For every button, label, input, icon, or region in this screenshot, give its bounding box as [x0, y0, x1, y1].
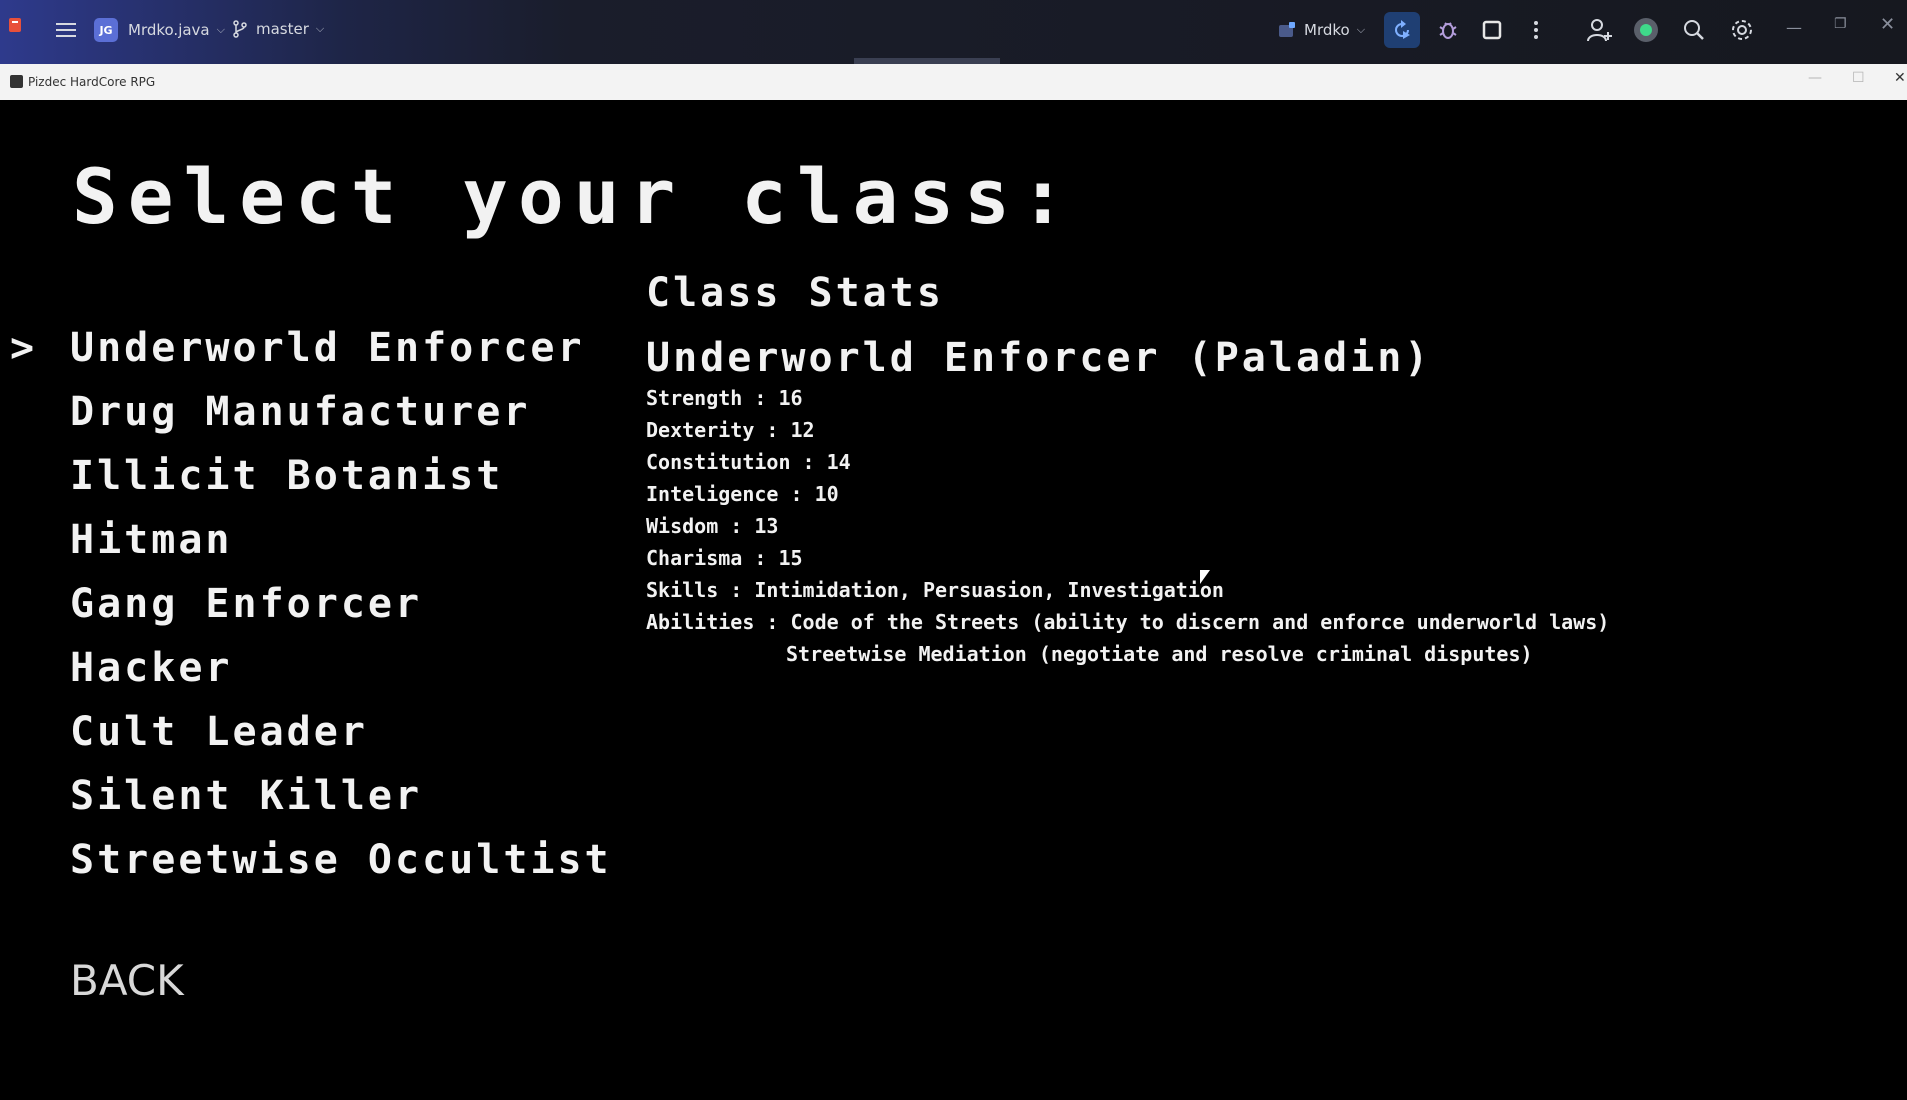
- class-option[interactable]: Drug Manufacturer: [6, 380, 612, 444]
- add-user-icon[interactable]: [1582, 12, 1618, 48]
- screen-heading: Select your class:: [72, 152, 1076, 241]
- ide-toolbar: JG Mrdko.java ⌵ master ⌵ Mrdko ⌵ — ❐ ✕: [0, 0, 1907, 64]
- branch-switcher[interactable]: master ⌵: [232, 20, 324, 38]
- class-option[interactable]: Silent Killer: [6, 764, 612, 828]
- stop-icon[interactable]: [1474, 12, 1510, 48]
- branch-name: master: [256, 20, 309, 38]
- settings-gear-icon[interactable]: [1724, 12, 1760, 48]
- run-config-name: Mrdko: [1304, 21, 1350, 39]
- stat-lines: Strength : 16 Dexterity : 12 Constitution …: [646, 382, 1609, 638]
- more-options-icon[interactable]: [1518, 12, 1554, 48]
- class-option[interactable]: Illicit Botanist: [6, 444, 612, 508]
- game-screen: Select your class: > Underworld Enforcer D…: [6, 100, 1907, 1100]
- window-minimize-icon[interactable]: —: [1808, 70, 1822, 86]
- class-option-label: Illicit Botanist: [70, 453, 504, 499]
- class-option[interactable]: Hitman: [6, 508, 612, 572]
- stat-line: Constitution : 14: [646, 450, 851, 474]
- main-menu-icon[interactable]: [48, 12, 84, 48]
- class-stats-panel: Class Stats Underworld Enforcer (Paladin…: [646, 268, 1609, 670]
- search-icon[interactable]: [1676, 12, 1712, 48]
- chevron-down-icon: ⌵: [315, 22, 325, 35]
- chevron-down-icon: ⌵: [1356, 23, 1366, 36]
- project-badge: JG: [94, 18, 118, 42]
- class-option[interactable]: Hacker: [6, 636, 612, 700]
- debug-icon[interactable]: [1430, 12, 1466, 48]
- window-maximize-icon[interactable]: ☐: [1852, 70, 1865, 86]
- class-option-label: Hacker: [70, 645, 233, 691]
- project-name: Mrdko.java: [128, 21, 210, 39]
- window-close-icon[interactable]: ✕: [1894, 70, 1906, 86]
- java-app-icon: [10, 75, 23, 88]
- stat-line: Strength : 16: [646, 386, 803, 410]
- git-branch-icon: [233, 20, 247, 38]
- class-option-label: Silent Killer: [70, 773, 423, 819]
- run-config-selector[interactable]: Mrdko ⌵: [1278, 21, 1365, 39]
- stats-title: Class Stats: [646, 270, 944, 316]
- back-button[interactable]: BACK: [70, 956, 184, 1005]
- stat-line: Wisdom : 13: [646, 514, 779, 538]
- ide-close-icon[interactable]: ✕: [1880, 14, 1895, 35]
- ide-logo-icon[interactable]: [8, 16, 24, 34]
- stat-line: Dexterity : 12: [646, 418, 815, 442]
- class-option[interactable]: Gang Enforcer: [6, 572, 612, 636]
- class-list: > Underworld Enforcer Drug Manufacturer Ill…: [6, 316, 612, 892]
- class-option-label: Hitman: [70, 517, 233, 563]
- stat-line: Skills : Intimidation, Persuasion, Inves…: [646, 578, 1224, 602]
- stats-class-name: Underworld Enforcer (Paladin): [646, 335, 1432, 381]
- mouse-pointer-icon: [1200, 570, 1210, 584]
- minimize-icon[interactable]: —: [1786, 18, 1802, 37]
- class-option-label: Underworld Enforcer: [70, 325, 585, 371]
- selection-cursor-icon: >: [10, 325, 38, 371]
- class-option[interactable]: > Underworld Enforcer: [6, 316, 612, 380]
- ability-continuation: Streetwise Mediation (negotiate and reso…: [786, 642, 1533, 666]
- ai-assistant-icon[interactable]: [1628, 12, 1664, 48]
- class-option[interactable]: Streetwise Occultist: [6, 828, 612, 892]
- stat-line: Abilities : Code of the Streets (ability…: [646, 610, 1610, 634]
- run-config-icon: [1279, 22, 1295, 37]
- class-option-label: Drug Manufacturer: [70, 389, 531, 435]
- class-option[interactable]: Cult Leader: [6, 700, 612, 764]
- chevron-down-icon: ⌵: [216, 23, 225, 36]
- window-title: Pizdec HardCore RPG: [28, 75, 156, 89]
- game-window-titlebar: Pizdec HardCore RPG — ☐ ✕: [0, 64, 1907, 100]
- class-option-label: Streetwise Occultist: [70, 837, 612, 883]
- stat-line: Inteligence : 10: [646, 482, 839, 506]
- class-option-label: Cult Leader: [70, 709, 368, 755]
- stat-line: Charisma : 15: [646, 546, 803, 570]
- rerun-icon[interactable]: [1384, 12, 1420, 48]
- class-option-label: Gang Enforcer: [70, 581, 423, 627]
- restore-icon[interactable]: ❐: [1834, 16, 1847, 32]
- project-switcher[interactable]: JG Mrdko.java ⌵: [94, 18, 225, 42]
